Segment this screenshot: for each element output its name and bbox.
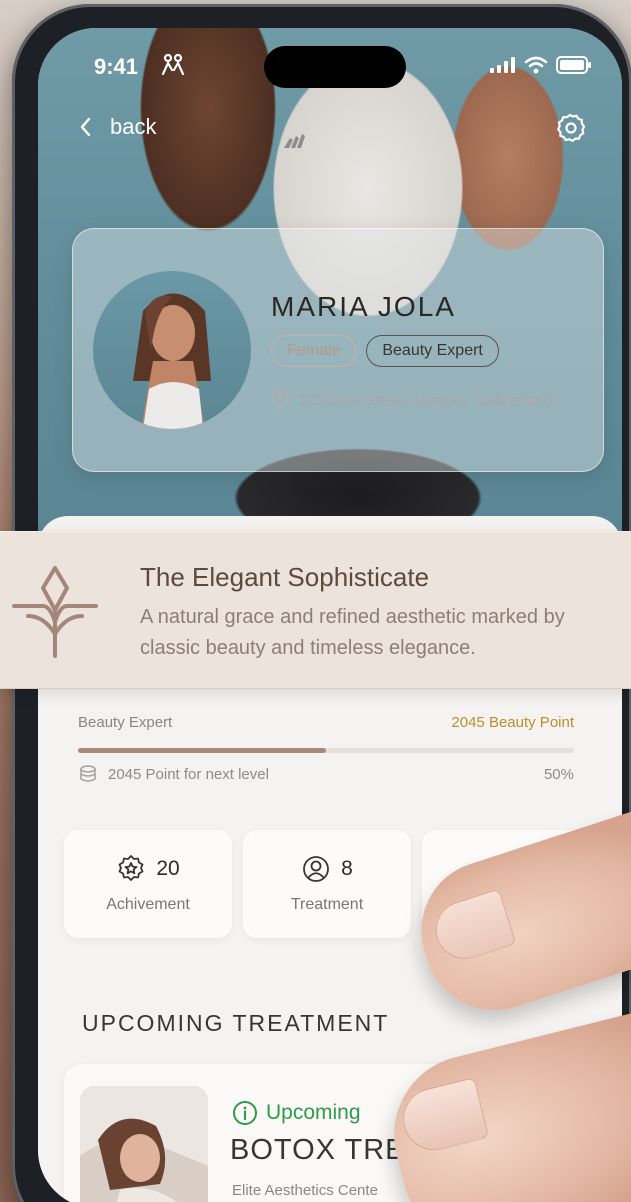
award-icon [118,855,144,881]
banner-title: The Elegant Sophisticate [140,562,430,592]
treatment-status: Upcoming [232,1100,361,1126]
address-text: 123/Love Street, lusanan, Switzerland [299,391,552,409]
progress-percent: 50% [543,765,574,783]
profile-card: MARIA JOLA Female Beauty Expert 123/Love… [72,228,604,472]
shirt-logo-icon [284,134,305,148]
avatar-photo [133,293,211,429]
banner-description: A natural grace and refined aesthetic ma… [140,602,631,664]
level-row: Beauty Expert 2045 Beauty Point [78,714,574,731]
avatar[interactable] [93,271,251,429]
address-row: 123/Love Street, lusanan, Switzerland [271,389,552,411]
tag-gender: Female [271,335,357,367]
info-circle-icon [233,1101,257,1125]
chevron-left-icon [80,117,91,137]
level-progress-bar [78,748,574,753]
stat-value-treatment: 8 [341,857,353,880]
treatment-photo [80,1086,208,1202]
next-level-row: 2045 Point for next level 50% [78,764,574,784]
status-time: 9:41 [94,54,139,79]
location-pin-icon [272,389,288,411]
level-progress-fill [78,748,326,753]
stat-card-achievement[interactable]: 20 Achivement [64,830,232,938]
tag-role: Beauty Expert [366,335,499,367]
banner-description-line2: classic beauty and timeless elegance. [140,637,476,659]
signal-icon [490,57,515,73]
fingernail-lower [396,1077,490,1157]
treatment-status-text: Upcoming [266,1101,361,1124]
battery-icon [556,56,591,74]
back-label: back [110,114,157,139]
coins-icon [80,765,96,782]
treatment-title: BOTOX TRE [230,1134,406,1166]
status-icons [490,56,592,74]
back-button[interactable]: back [78,114,156,140]
banner-description-line1: A natural grace and refined aesthetic ma… [140,606,565,628]
stat-label-treatment: Treatment [290,896,364,913]
profile-tags: Female Beauty Expert [271,335,499,367]
wifi-icon [524,56,548,74]
user-circle-icon [303,856,330,882]
stat-card-treatment[interactable]: 8 Treatment [243,830,411,938]
stat-label-achievement: Achivement [106,896,190,913]
beauty-points: 2045 Beauty Point [451,714,574,731]
treatment-place: Elite Aesthetics Cente [232,1182,378,1199]
settings-gear-icon[interactable] [554,112,586,144]
level-label: Beauty Expert [78,714,173,731]
next-level-text: 2045 Point for next level [108,765,269,783]
treatment-thumbnail [80,1086,208,1202]
next-level-info: 2045 Point for next level [78,764,269,784]
people-icon [161,53,185,76]
persona-banner: The Elegant Sophisticate A natural grace… [0,531,631,689]
dynamic-island [264,46,406,88]
stat-value-achievement: 20 [156,857,180,880]
lotus-emblem-icon [12,566,98,658]
profile-name: MARIA JOLA [271,291,456,322]
fingernail [428,888,517,967]
section-title-upcoming: UPCOMING TREATMENT [82,1010,390,1036]
